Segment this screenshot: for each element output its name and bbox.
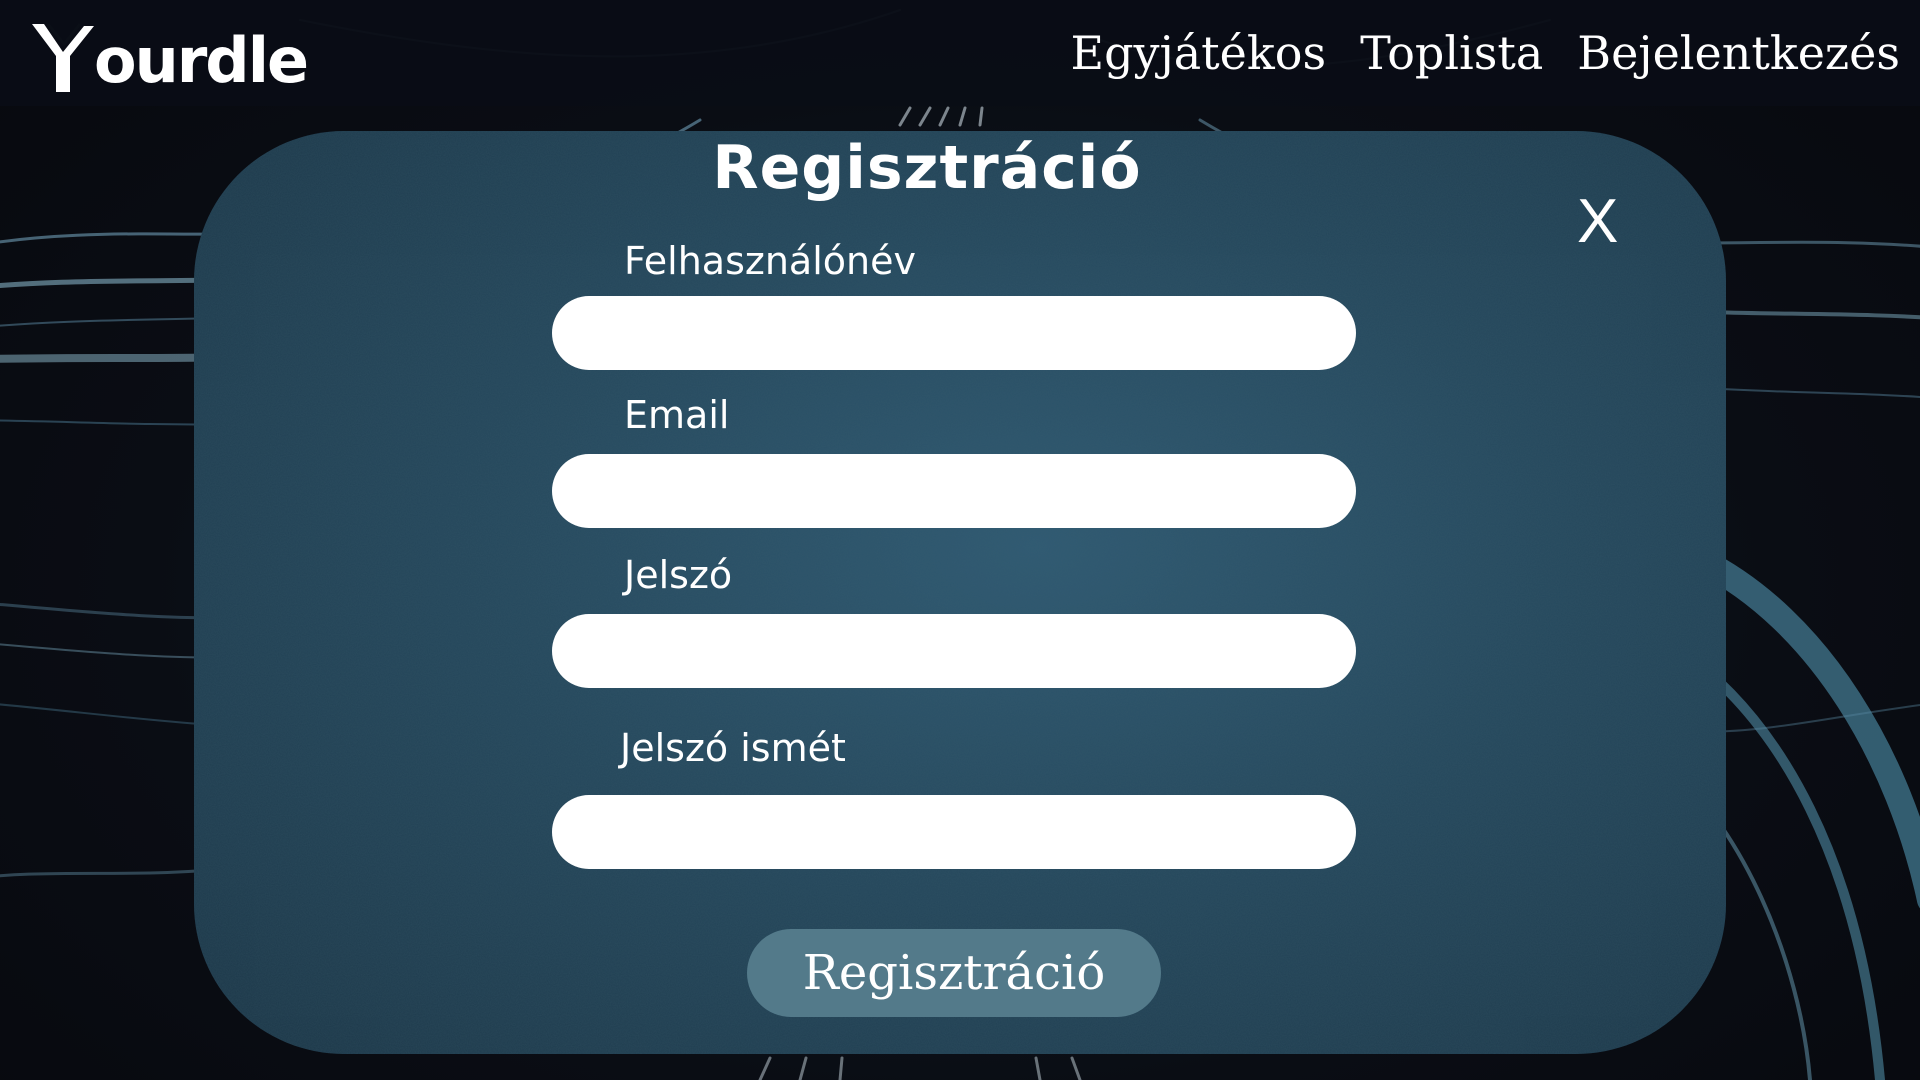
registration-modal: Regisztráció X Felhasználónév Email Jels… <box>194 131 1726 1054</box>
register-button[interactable]: Regisztráció <box>747 929 1161 1017</box>
username-input[interactable] <box>552 296 1356 370</box>
password-label: Jelszó <box>624 553 733 597</box>
brand-logo-text: ourdle <box>94 24 309 97</box>
nav-item-singleplayer[interactable]: Egyjátékos <box>1070 26 1326 81</box>
nav-item-leaderboard[interactable]: Toplista <box>1360 26 1543 81</box>
email-label: Email <box>624 393 730 437</box>
main-nav: Egyjátékos Toplista Bejelentkezés <box>1070 26 1900 81</box>
modal-texture <box>194 131 1726 1054</box>
close-button[interactable]: X <box>1577 191 1618 253</box>
page: ourdle Egyjátékos Toplista Bejelentkezés… <box>0 0 1920 1080</box>
email-input[interactable] <box>552 454 1356 528</box>
nav-item-login[interactable]: Bejelentkezés <box>1577 26 1900 81</box>
password-input[interactable] <box>552 614 1356 688</box>
y-logo-icon <box>32 23 94 92</box>
modal-title: Regisztráció <box>712 133 1142 203</box>
password-confirm-input[interactable] <box>552 795 1356 869</box>
username-label: Felhasználónév <box>624 239 916 283</box>
top-navbar: ourdle Egyjátékos Toplista Bejelentkezés <box>0 0 1920 106</box>
password-confirm-label: Jelszó ismét <box>620 726 846 770</box>
brand-logo[interactable]: ourdle <box>30 14 309 97</box>
